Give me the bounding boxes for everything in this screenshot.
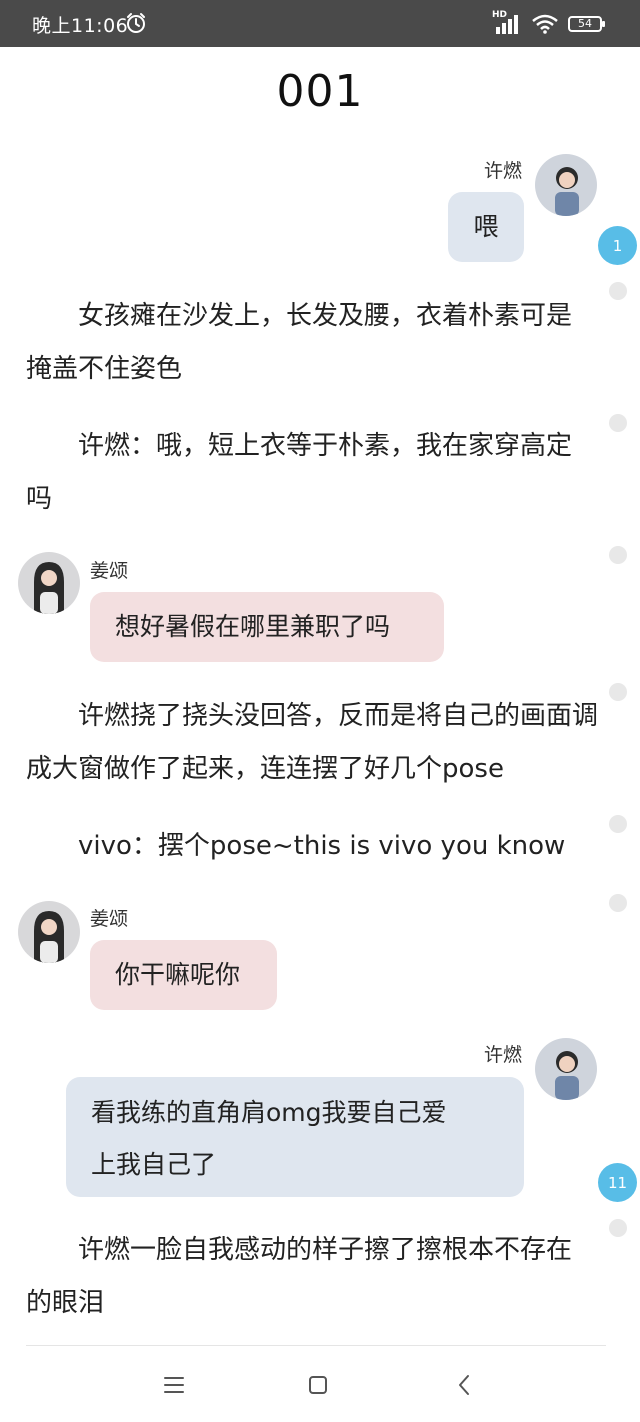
back-button[interactable] — [444, 1368, 484, 1402]
narration-text: 许燃：哦，短上衣等于朴素，我在家穿高定吗 — [26, 420, 596, 526]
battery-level: 54 — [578, 17, 592, 30]
avatar[interactable] — [535, 154, 597, 216]
message-bubble[interactable]: 喂 — [448, 192, 524, 262]
message-bubble[interactable]: 看我练的直角肩omg我要自己爱 上我自己了 — [66, 1077, 524, 1197]
message-bubble[interactable]: 你干嘛呢你 — [90, 940, 277, 1010]
message-text: 想好暑假在哪里兼职了吗 — [115, 612, 391, 641]
narration-paragraph: 女孩瘫在沙发上，长发及腰，衣着朴素可是掩盖不住姿色 — [26, 301, 573, 384]
narration-text: vivo：摆个pose~this is vivo you know — [26, 820, 596, 873]
message-text-line: 上我自己了 — [91, 1150, 217, 1179]
comment-dot[interactable] — [609, 1219, 627, 1237]
narration-paragraph: 许燃一脸自我感动的样子擦了擦根本不存在的眼泪 — [26, 1235, 573, 1318]
navigation-bar — [0, 1348, 640, 1422]
message-text: 你干嘛呢你 — [115, 960, 241, 989]
battery-icon: 54 — [568, 16, 605, 32]
speaker-name: 许燃 — [484, 160, 523, 182]
comment-dot[interactable] — [609, 546, 627, 564]
alarm-icon — [127, 13, 145, 33]
home-icon — [309, 1376, 327, 1394]
speaker-name: 许燃 — [484, 1044, 523, 1066]
narration-paragraph: vivo：摆个pose~this is vivo you know — [78, 831, 566, 861]
avatar[interactable] — [18, 901, 80, 963]
message-text-line: 看我练的直角肩omg我要自己爱 — [91, 1098, 447, 1127]
comment-count-badge[interactable]: 11 — [598, 1163, 637, 1202]
home-button[interactable] — [298, 1368, 338, 1402]
page-title: 001 — [276, 66, 364, 117]
comment-dot[interactable] — [609, 894, 627, 912]
wifi-icon — [532, 14, 558, 34]
message-text: 喂 — [473, 212, 499, 241]
menu-icon — [164, 1377, 184, 1393]
comment-dot[interactable] — [609, 414, 627, 432]
comment-dot[interactable] — [609, 815, 627, 833]
speaker-name: 姜颂 — [90, 560, 129, 582]
menu-button[interactable] — [154, 1368, 194, 1402]
comment-dot[interactable] — [609, 683, 627, 701]
avatar[interactable] — [18, 552, 80, 614]
narration-paragraph: 许燃：哦，短上衣等于朴素，我在家穿高定吗 — [26, 431, 573, 514]
comment-count-badge[interactable]: 1 — [598, 226, 637, 265]
narration-text: 许燃一脸自我感动的样子擦了擦根本不存在的眼泪 — [26, 1224, 596, 1330]
narration-text: 许燃挠了挠头没回答，反而是将自己的画面调成大窗做作了起来，连连摆了好几个pose — [26, 690, 606, 796]
status-bar: 晚上11:06 HD 54 — [0, 0, 640, 47]
back-icon — [459, 1375, 469, 1395]
avatar[interactable] — [535, 1038, 597, 1100]
signal-icon: HD — [492, 10, 522, 34]
speaker-name: 姜颂 — [90, 908, 129, 930]
message-bubble[interactable]: 想好暑假在哪里兼职了吗 — [90, 592, 444, 662]
comment-dot[interactable] — [609, 282, 627, 300]
divider — [26, 1345, 606, 1346]
status-time: 晚上11:06 — [32, 15, 129, 37]
narration-text: 女孩瘫在沙发上，长发及腰，衣着朴素可是掩盖不住姿色 — [26, 290, 596, 396]
narration-paragraph: 许燃挠了挠头没回答，反而是将自己的画面调成大窗做作了起来，连连摆了好几个pose — [26, 701, 599, 784]
